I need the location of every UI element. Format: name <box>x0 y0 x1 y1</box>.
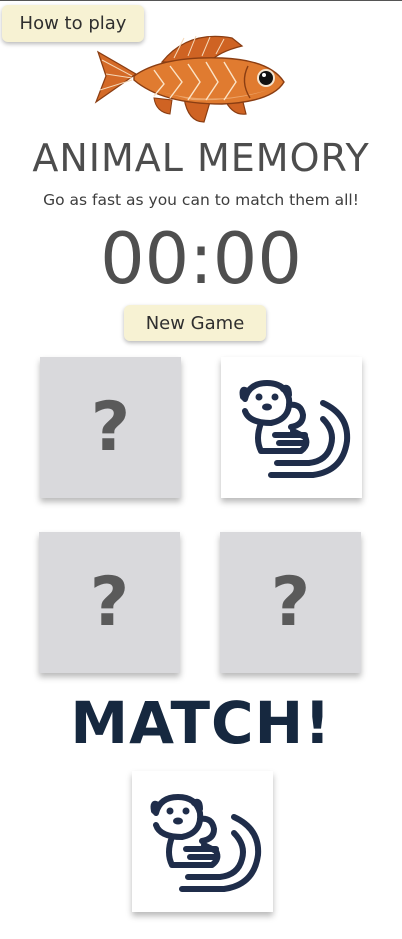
matched-card <box>132 771 273 912</box>
top-border <box>0 0 402 1</box>
otter-icon <box>239 379 350 478</box>
subtitle: Go as fast as you can to match them all! <box>43 191 359 209</box>
fish-icon <box>94 35 285 123</box>
memory-card-revealed[interactable] <box>221 357 362 498</box>
question-mark: ? <box>89 562 130 642</box>
question-mark: ? <box>270 562 311 642</box>
memory-card-hidden[interactable]: ? <box>39 532 180 673</box>
memory-card-hidden[interactable]: ? <box>40 357 181 498</box>
timer: 00:00 <box>100 218 302 300</box>
page-title: ANIMAL MEMORY <box>32 136 370 180</box>
new-game-button[interactable]: New Game <box>124 305 266 341</box>
question-mark: ? <box>90 387 131 467</box>
memory-card-hidden[interactable]: ? <box>220 532 361 673</box>
otter-icon <box>150 793 261 892</box>
match-banner: MATCH! <box>70 689 332 757</box>
